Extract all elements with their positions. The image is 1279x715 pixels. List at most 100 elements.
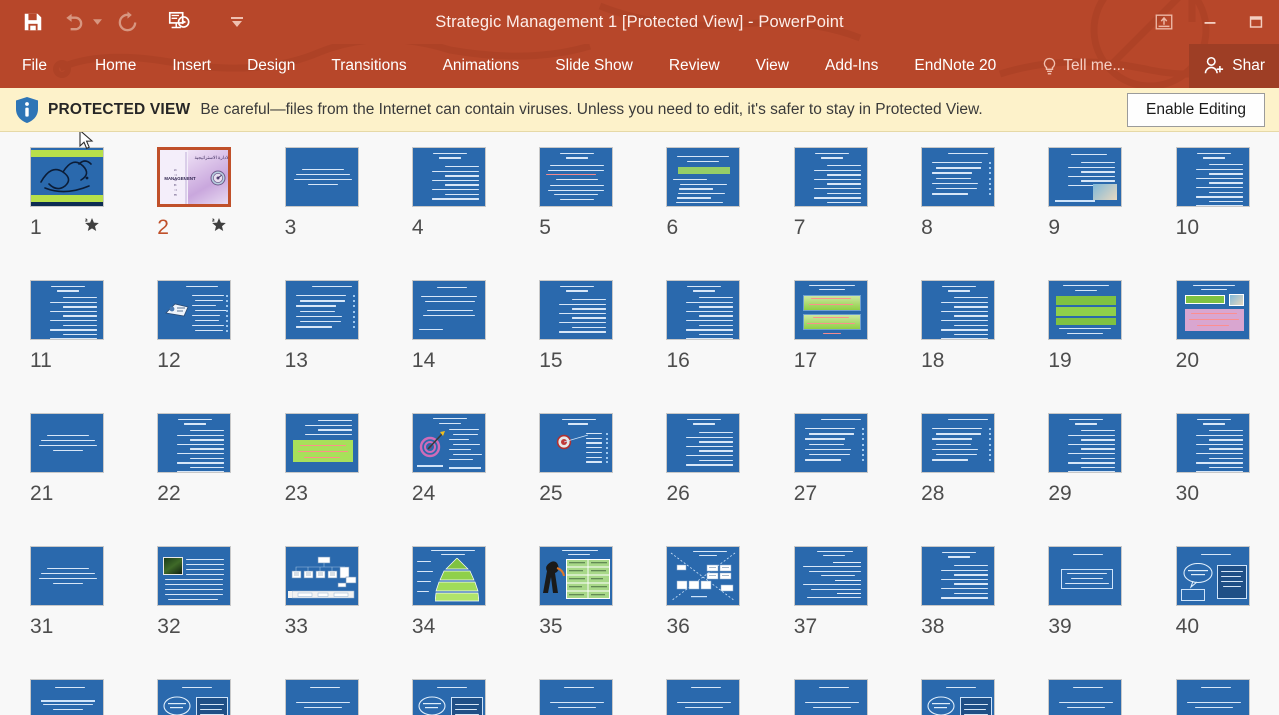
slide-animation-star-icon[interactable] [84,217,100,238]
slide-thumbnail-44[interactable]: 44 [411,679,539,715]
slide-thumbnail-17[interactable]: 17 [793,280,921,413]
slide-thumbnail-22[interactable]: 22 [157,413,284,546]
slide-preview[interactable] [411,679,486,715]
slide-preview[interactable] [284,679,359,715]
ribbon-display-options-button[interactable] [1141,4,1187,40]
slide-preview[interactable] [284,546,359,606]
slide-preview[interactable] [1175,679,1250,715]
tab-home[interactable]: Home [95,51,136,81]
slide-preview[interactable] [284,147,359,207]
slide-thumbnail-4[interactable]: 4 [411,147,539,280]
slide-preview[interactable] [1048,147,1123,207]
slide-preview[interactable] [793,280,868,340]
slide-preview[interactable]: الادارة الاستراتيجية MANAGEMENT S T R A … [157,147,232,207]
tab-add-ins[interactable]: Add-Ins [825,51,878,81]
slide-preview[interactable] [666,413,741,473]
slide-preview[interactable] [539,280,614,340]
slide-preview[interactable] [30,413,104,473]
slide-preview[interactable] [539,413,614,473]
slide-thumbnail-34[interactable]: 34 [411,546,539,679]
slide-thumbnail-5[interactable]: 5 [539,147,666,280]
slide-thumbnail-11[interactable]: 11 [30,280,157,413]
slide-preview[interactable] [30,679,104,715]
slide-thumbnail-35[interactable]: 35 [539,546,666,679]
slide-preview[interactable] [411,147,486,207]
slide-preview[interactable] [539,147,614,207]
tell-me-box[interactable]: Tell me... [1042,57,1125,76]
slide-preview[interactable] [157,679,232,715]
slide-thumbnail-31[interactable]: 31 [30,546,157,679]
slide-thumbnail-39[interactable]: 39 [1048,546,1175,679]
minimize-button[interactable] [1187,4,1233,40]
tab-design[interactable]: Design [247,51,295,81]
slide-preview[interactable] [1048,413,1123,473]
slide-thumbnail-13[interactable]: 13 [284,280,412,413]
slide-thumbnail-27[interactable]: 27 [793,413,921,546]
tab-view[interactable]: View [756,51,789,81]
slide-preview[interactable] [284,413,359,473]
slide-thumbnail-10[interactable]: 10 [1175,147,1279,280]
slide-preview[interactable] [539,679,614,715]
slide-thumbnail-28[interactable]: 28 [921,413,1048,546]
slide-preview[interactable] [1175,147,1250,207]
tab-file[interactable]: File [22,51,47,81]
slide-preview[interactable] [284,280,359,340]
slide-thumbnail-20[interactable]: 20 [1175,280,1279,413]
slide-preview[interactable] [1175,546,1250,606]
slide-thumbnail-33[interactable]: 33 [284,546,412,679]
slide-thumbnail-26[interactable]: 26 [666,413,793,546]
slide-thumbnail-36[interactable]: 36 [666,546,793,679]
slide-thumbnail-38[interactable]: 38 [921,546,1048,679]
slide-preview[interactable] [157,413,232,473]
slide-thumbnail-23[interactable]: 23 [284,413,412,546]
slide-thumbnail-15[interactable]: 15 [539,280,666,413]
slide-thumbnail-6[interactable]: 6 [666,147,793,280]
slide-preview[interactable] [539,546,614,606]
slide-thumbnail-46[interactable]: 46 [666,679,793,715]
slide-preview[interactable] [1175,280,1250,340]
slide-preview[interactable] [30,147,104,207]
slide-thumbnail-40[interactable]: 40 [1175,546,1279,679]
tab-review[interactable]: Review [669,51,720,81]
slide-preview[interactable] [411,413,486,473]
slide-thumbnail-29[interactable]: 29 [1048,413,1175,546]
slide-thumbnail-8[interactable]: 8 [921,147,1048,280]
slide-preview[interactable] [921,679,996,715]
enable-editing-button[interactable]: Enable Editing [1127,92,1265,127]
slide-thumbnail-47[interactable]: 47 [793,679,921,715]
slide-thumbnail-3[interactable]: 3 [284,147,412,280]
tab-animations[interactable]: Animations [443,51,520,81]
slide-animation-star-icon[interactable] [211,217,227,238]
slide-thumbnail-37[interactable]: 37 [793,546,921,679]
slide-preview[interactable] [921,546,996,606]
share-button[interactable]: Shar [1189,44,1279,88]
tab-endnote-20[interactable]: EndNote 20 [914,51,996,81]
slide-thumbnail-41[interactable]: 41 [30,679,157,715]
slide-thumbnail-30[interactable]: 30 [1175,413,1279,546]
slide-thumbnail-25[interactable]: 25 [539,413,666,546]
tab-insert[interactable]: Insert [172,51,211,81]
slide-preview[interactable] [793,679,868,715]
slide-preview[interactable] [666,679,741,715]
slide-preview[interactable] [1175,413,1250,473]
slide-preview[interactable] [666,280,741,340]
restore-button[interactable] [1233,4,1279,40]
slide-preview[interactable] [921,280,996,340]
slide-preview[interactable] [921,413,996,473]
slide-preview[interactable] [1048,546,1123,606]
slide-thumbnail-2[interactable]: الادارة الاستراتيجية MANAGEMENT S T R A … [157,147,284,280]
slide-thumbnail-24[interactable]: 24 [411,413,539,546]
slide-preview[interactable] [666,546,741,606]
slide-thumbnail-19[interactable]: 19 [1048,280,1175,413]
slide-thumbnail-50[interactable]: 50 [1175,679,1279,715]
slide-thumbnail-9[interactable]: 9 [1048,147,1175,280]
slide-thumbnail-7[interactable]: 7 [793,147,921,280]
slide-thumbnail-43[interactable]: 43 [284,679,412,715]
slide-preview[interactable] [793,546,868,606]
slide-preview[interactable] [793,413,868,473]
slide-thumbnail-18[interactable]: 18 [921,280,1048,413]
slide-preview[interactable] [411,546,486,606]
tab-transitions[interactable]: Transitions [331,51,406,81]
slide-preview[interactable] [666,147,741,207]
slide-preview[interactable] [793,147,868,207]
